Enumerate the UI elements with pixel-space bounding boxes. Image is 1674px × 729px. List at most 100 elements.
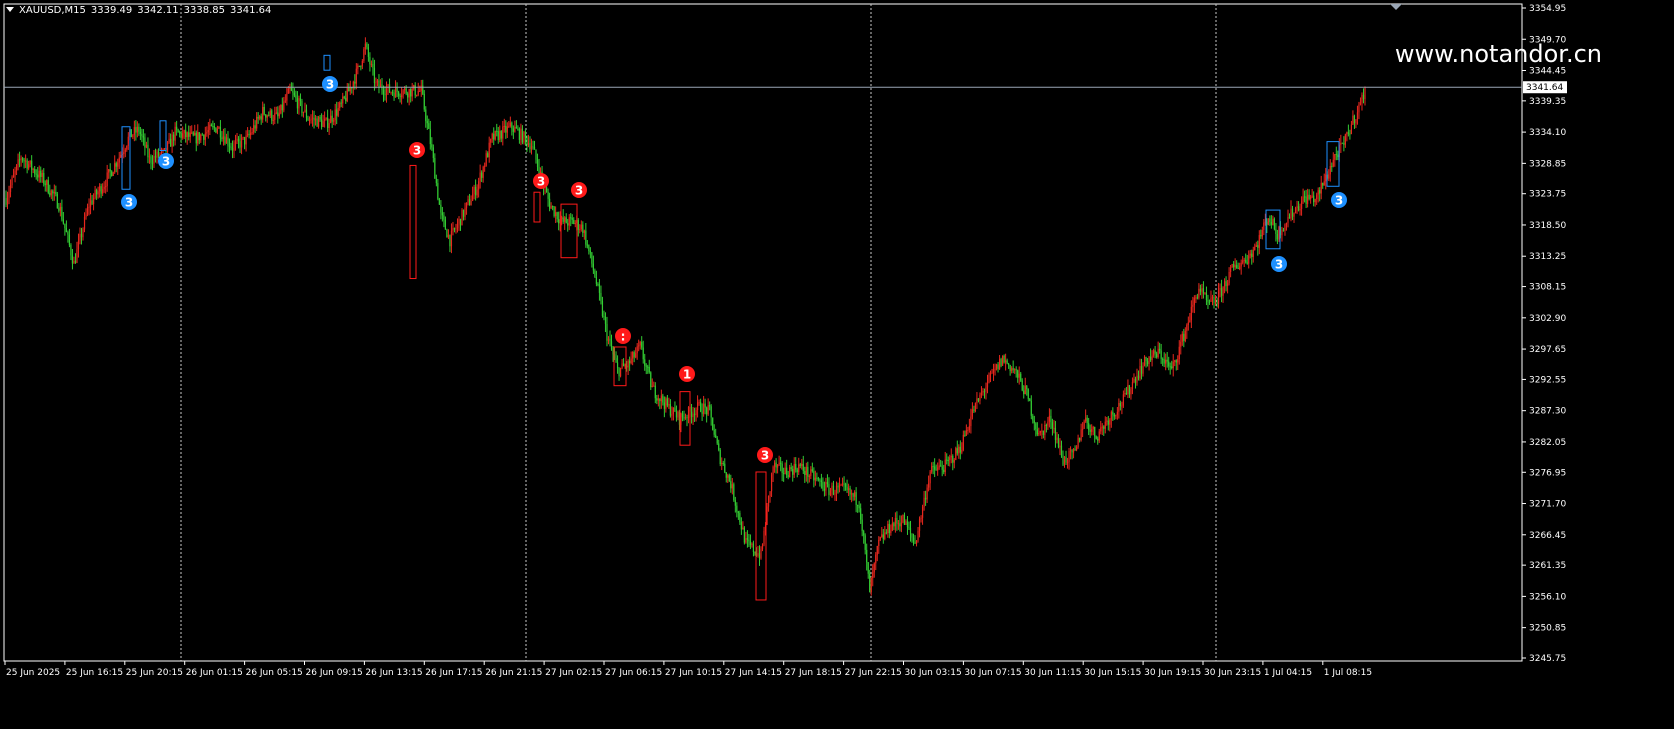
candle-body (349, 87, 351, 92)
candle-body (1242, 260, 1244, 263)
candle-body (384, 94, 386, 96)
candle-body (928, 483, 930, 488)
candle-body (153, 155, 155, 164)
candle-body (706, 407, 708, 415)
candle-body (14, 170, 16, 175)
candle-body (612, 349, 614, 355)
candle-body (1302, 196, 1304, 202)
candle-body (416, 94, 418, 96)
candle-body (41, 172, 43, 177)
candle-body (259, 116, 261, 119)
candle-body (275, 112, 277, 114)
candle-body (1131, 381, 1134, 390)
candle-body (402, 90, 404, 96)
candle-body (1048, 415, 1051, 422)
candle-body (234, 141, 237, 145)
candle-body (206, 132, 208, 134)
candle-body (177, 129, 179, 133)
candle-body (893, 523, 895, 527)
candle-body (564, 217, 566, 222)
candle-body (1252, 249, 1254, 257)
ohlc-close: 3341.64 (230, 5, 272, 16)
candle-body (1075, 447, 1078, 451)
chart-shift-marker-icon[interactable] (1390, 4, 1402, 10)
candle-body (861, 519, 863, 532)
candle-body (1257, 245, 1259, 248)
candle-body (1320, 182, 1322, 194)
candle-body (1026, 385, 1028, 390)
candle-body (77, 240, 80, 250)
candle-body (1355, 119, 1357, 124)
chart-window[interactable]: 3354.95 3349.70 3344.45 3339.35 3334.10 3328.… (0, 0, 1674, 729)
candle-body (745, 538, 747, 543)
candle-body (317, 116, 320, 127)
candle-body (722, 463, 724, 465)
candle-body (102, 189, 104, 194)
candle-body (535, 149, 537, 160)
candle-body (983, 390, 986, 392)
candle-body (417, 90, 419, 95)
candle-body (151, 162, 154, 164)
candle-body (1187, 322, 1189, 325)
candle-body (290, 87, 292, 91)
candle-body (369, 56, 371, 65)
candle-body (1308, 194, 1310, 199)
candle-body (601, 300, 604, 316)
candle-body (517, 128, 519, 130)
candle-body (429, 128, 431, 145)
candle-body (109, 169, 111, 172)
candle-body (408, 88, 410, 98)
candle-body (280, 104, 282, 114)
candle-body (144, 137, 146, 148)
price-chart[interactable]: 3354.953349.703344.453339.353334.103328.… (0, 0, 1674, 729)
candle-body (1272, 218, 1274, 225)
candle-body (210, 124, 212, 126)
time-axis-label: 30 Jun 03:15 (905, 668, 962, 678)
candle-body (250, 132, 252, 136)
candle-body (552, 206, 554, 208)
chart-menu-arrow-icon[interactable] (6, 7, 14, 12)
candle-body (777, 464, 779, 468)
candle-body (852, 493, 854, 497)
candle-body (481, 172, 483, 178)
candle-body (955, 448, 957, 460)
candle-body (266, 115, 268, 118)
candle-body (180, 132, 182, 138)
candle-body (1035, 423, 1037, 430)
candle-body (467, 199, 469, 203)
candle-body (200, 134, 202, 141)
watermark-text: www.notandor.cn (1394, 40, 1602, 68)
candle-body (398, 91, 400, 96)
candle-body (1276, 234, 1279, 240)
candle-body (219, 127, 222, 138)
candle-body (1110, 411, 1112, 420)
candle-body (1033, 420, 1035, 424)
candle-body (314, 118, 317, 121)
candle-body (556, 212, 558, 220)
candle-body (1297, 206, 1300, 211)
candle-body (126, 145, 128, 150)
candle-body (885, 532, 887, 534)
candle-body (458, 219, 460, 224)
time-axis-label: 1 Jul 08:15 (1324, 668, 1372, 678)
candle-body (298, 98, 300, 109)
candle-body (1362, 94, 1365, 100)
candle-body (272, 119, 274, 121)
candle-body (1300, 201, 1303, 209)
candle-body (823, 488, 826, 491)
candle-body (410, 88, 412, 97)
candle-body (370, 63, 373, 65)
candle-body (828, 484, 830, 495)
candle-body (698, 402, 700, 404)
candle-body (111, 171, 113, 176)
candle-body (1216, 302, 1218, 304)
price-axis-label: 3302.90 (1529, 314, 1566, 324)
candle-body (1319, 190, 1321, 194)
candle-body (260, 116, 262, 120)
candle-body (387, 84, 389, 89)
candle-body (879, 537, 881, 540)
candle-body (292, 90, 294, 93)
candle-body (195, 132, 197, 144)
candle-body (953, 459, 955, 463)
candle-body (40, 170, 42, 177)
